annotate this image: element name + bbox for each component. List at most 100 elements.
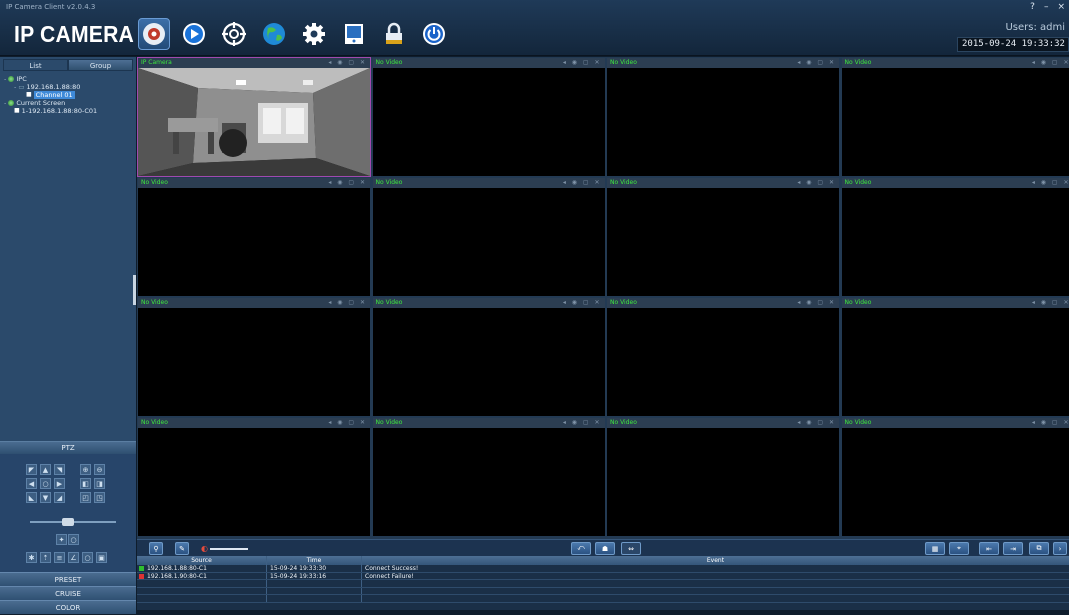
- play-icon: [181, 21, 207, 47]
- layout-settings-button[interactable]: ⌖: [949, 542, 969, 555]
- power-icon: [421, 21, 447, 47]
- column-time[interactable]: Time: [267, 556, 362, 565]
- tree-item-screen-channel[interactable]: ■ 1-192.168.1.88:80-C01: [4, 107, 136, 115]
- network-button[interactable]: [258, 18, 290, 50]
- video-cell[interactable]: No Video◂ ◉ ▢ ✕: [842, 298, 1069, 416]
- success-icon: [139, 566, 144, 571]
- cell-controls: ◂ ◉ ▢ ✕: [1032, 178, 1069, 188]
- video-cell[interactable]: No Video◂ ◉ ▢ ✕: [607, 298, 839, 416]
- ptz-center-button[interactable]: ○: [40, 478, 51, 489]
- ptz-down-left-button[interactable]: ◣: [26, 492, 37, 503]
- pen-button[interactable]: ✎: [175, 542, 189, 555]
- playback-button[interactable]: [178, 18, 210, 50]
- video-cell[interactable]: No Video◂ ◉ ▢ ✕: [373, 418, 605, 536]
- fullscreen-button[interactable]: ⇔: [621, 542, 641, 555]
- live-view-button[interactable]: [138, 18, 170, 50]
- color-button[interactable]: COLOR: [0, 600, 136, 614]
- device-icon: ▭: [18, 83, 24, 91]
- tree-item-ipc[interactable]: - IPC: [4, 75, 136, 83]
- ptz-option-3-button[interactable]: ≡: [54, 552, 65, 563]
- ptz-speed-knob[interactable]: [62, 518, 74, 526]
- video-cell[interactable]: No Video◂ ◉ ▢ ✕: [607, 58, 839, 176]
- help-button[interactable]: ?: [1030, 2, 1035, 12]
- minimize-button[interactable]: –: [1044, 2, 1049, 12]
- volume-slider[interactable]: [210, 548, 248, 550]
- settings-button[interactable]: [298, 18, 330, 50]
- cruise-button[interactable]: CRUISE: [0, 586, 136, 600]
- video-cell[interactable]: No Video◂ ◉ ▢ ✕: [607, 418, 839, 536]
- search-icon: ⚲: [153, 545, 158, 553]
- search-button[interactable]: ⚲: [149, 542, 163, 555]
- ptz-option-1-button[interactable]: ✱: [26, 552, 37, 563]
- video-cell[interactable]: No Video◂ ◉ ▢ ✕: [138, 298, 370, 416]
- logout-button[interactable]: [418, 18, 450, 50]
- record-button[interactable]: ⤺: [571, 542, 591, 555]
- column-source[interactable]: Source: [137, 556, 267, 565]
- copy-button[interactable]: ⧉: [1029, 542, 1049, 555]
- column-event[interactable]: Event: [362, 556, 1069, 565]
- row-source: 192.168.1.90:80-C1: [147, 573, 207, 580]
- ptz-up-button[interactable]: ▲: [40, 464, 51, 475]
- video-cell[interactable]: No Video◂ ◉ ▢ ✕: [138, 418, 370, 536]
- ptz-control-button[interactable]: [218, 18, 250, 50]
- tree-item-channel[interactable]: ■ Channel 01: [4, 91, 136, 99]
- preset-button[interactable]: PRESET: [0, 572, 136, 586]
- light-button[interactable]: ✦: [56, 534, 67, 545]
- left-panel: List Group - IPC -▭ 192.168.1.88:80 ■ Ch…: [0, 57, 136, 610]
- prev-page-button[interactable]: ⇤: [979, 542, 999, 555]
- tree-item-label: 1-192.168.1.88:80-C01: [22, 107, 98, 115]
- video-cell[interactable]: No Video◂ ◉ ▢ ✕: [373, 178, 605, 296]
- more-icon: ›: [1059, 545, 1062, 553]
- ptz-header[interactable]: PTZ: [0, 441, 136, 454]
- cell-controls: ◂ ◉ ▢ ✕: [328, 418, 367, 428]
- ptz-option-6-button[interactable]: ▣: [96, 552, 107, 563]
- video-cell[interactable]: No Video◂ ◉ ▢ ✕: [842, 58, 1069, 176]
- ptz-right-button[interactable]: ▶: [54, 478, 65, 489]
- arrow-left-icon: ⇤: [986, 545, 992, 553]
- next-page-button[interactable]: ⇥: [1003, 542, 1023, 555]
- device-info-button[interactable]: [338, 18, 370, 50]
- ptz-option-4-button[interactable]: ∠: [68, 552, 79, 563]
- video-cell[interactable]: IP Camera ◂ ◉ ▢ ✕: [138, 58, 370, 176]
- video-cell[interactable]: No Video◂ ◉ ▢ ✕: [138, 178, 370, 296]
- table-row[interactable]: 192.168.1.88:80-C1 15-09-24 19:33:30 Con…: [137, 565, 1069, 573]
- snapshot-button[interactable]: ☗: [595, 542, 615, 555]
- video-cell[interactable]: No Video◂ ◉ ▢ ✕: [373, 58, 605, 176]
- ptz-left-button[interactable]: ◀: [26, 478, 37, 489]
- video-cell[interactable]: No Video◂ ◉ ▢ ✕: [842, 178, 1069, 296]
- table-row: [137, 580, 1069, 588]
- lock-button[interactable]: [378, 18, 410, 50]
- record-icon: ⤺: [577, 544, 584, 553]
- panel-splitter[interactable]: [133, 275, 136, 305]
- zoom-out-button[interactable]: ⊖: [94, 464, 105, 475]
- iris-close-button[interactable]: ◳: [94, 492, 105, 503]
- arrow-right-icon: ⇥: [1010, 545, 1016, 553]
- wiper-button[interactable]: ○: [68, 534, 79, 545]
- tab-list[interactable]: List: [3, 59, 68, 71]
- ptz-up-left-button[interactable]: ◤: [26, 464, 37, 475]
- row-event: Connect Failure!: [362, 573, 1069, 580]
- zoom-in-button[interactable]: ⊕: [80, 464, 91, 475]
- video-cell[interactable]: No Video◂ ◉ ▢ ✕: [842, 418, 1069, 536]
- ptz-up-right-button[interactable]: ◥: [54, 464, 65, 475]
- volume-icon[interactable]: ◐: [201, 544, 208, 553]
- table-row[interactable]: 192.168.1.90:80-C1 15-09-24 19:33:16 Con…: [137, 573, 1069, 581]
- focus-near-button[interactable]: ◧: [80, 478, 91, 489]
- cell-controls: ◂ ◉ ▢ ✕: [328, 58, 367, 68]
- cell-controls: ◂ ◉ ▢ ✕: [563, 178, 602, 188]
- close-button[interactable]: ×: [1057, 2, 1065, 12]
- ptz-option-2-button[interactable]: ⇡: [40, 552, 51, 563]
- iris-open-button[interactable]: ◰: [80, 492, 91, 503]
- tab-group[interactable]: Group: [68, 59, 133, 71]
- focus-far-button[interactable]: ◨: [94, 478, 105, 489]
- more-button[interactable]: ›: [1053, 542, 1067, 555]
- video-cell[interactable]: No Video◂ ◉ ▢ ✕: [607, 178, 839, 296]
- video-cell[interactable]: No Video◂ ◉ ▢ ✕: [373, 298, 605, 416]
- ptz-option-5-button[interactable]: ○: [82, 552, 93, 563]
- ptz-down-button[interactable]: ▼: [40, 492, 51, 503]
- tree-item-device[interactable]: -▭ 192.168.1.88:80: [4, 83, 136, 91]
- ptz-panel: ◤ ▲ ◥ ◀ ○ ▶ ◣ ▼ ◢ ⊕ ⊖ ◧ ◨ ◰ ◳ ✦ ○ ✱ ⇡ ≡ …: [0, 454, 136, 572]
- ptz-down-right-button[interactable]: ◢: [54, 492, 65, 503]
- layout-button[interactable]: ▦: [925, 542, 945, 555]
- tree-item-current-screen[interactable]: - Current Screen: [4, 99, 136, 107]
